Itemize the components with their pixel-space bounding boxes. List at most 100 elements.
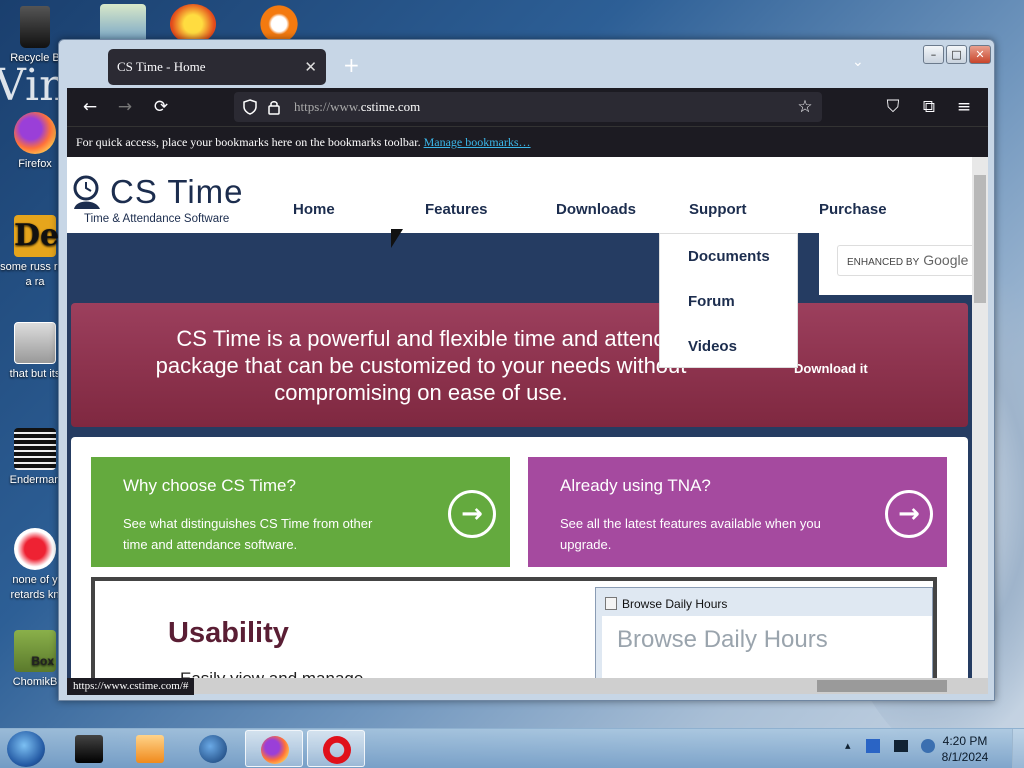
tab-title: CS Time - Home [117,59,206,74]
menu-downloads[interactable]: Downloads [556,201,636,218]
vertical-scrollbar[interactable] [972,157,988,678]
hero-text: CS Time is a powerful and flexible time … [155,326,687,405]
usability-section: Usability Easily view and manage Browse … [91,577,937,678]
clock[interactable]: 4:20 PM 8/1/2024 [930,733,1000,765]
page-viewport: CS Time Time & Attendance Software Home … [67,157,972,678]
logo-tagline: Time & Attendance Software [84,213,230,225]
chomikbox-icon: Box [14,630,56,672]
dropdown-videos[interactable]: Videos [688,338,737,355]
menu-home[interactable]: Home [293,201,335,218]
menu-support[interactable]: Support [689,201,747,218]
manage-bookmarks-link[interactable]: Manage bookmarks… [424,135,531,149]
taskbar-app-terminal[interactable] [60,730,118,767]
window-icon [605,597,617,610]
google-brand: Google [923,252,969,268]
screenshot-pane: Browse Daily Hours [602,616,932,678]
firefox-icon [261,736,289,764]
extensions-icon[interactable]: ⧉ [918,96,940,118]
taskbar-app-firefox[interactable] [245,730,303,767]
content-panel: Why choose CS Time? See what distinguish… [71,437,968,678]
maximize-button[interactable]: □ [946,45,967,64]
taskbar-app-opera[interactable] [307,730,365,767]
lock-icon[interactable] [266,99,282,115]
menu-icon[interactable]: ≡ [953,96,975,118]
url-text: https://www.cstime.com [294,99,420,115]
bookmark-star-icon[interactable]: ☆ [794,96,816,118]
arrow-right-icon[interactable]: → [448,490,496,538]
already-using-card[interactable]: Already using TNA? See all the latest fe… [528,457,947,567]
status-bar-url: https://www.cstime.com/# [67,678,195,695]
mail-desktop-icon[interactable] [100,4,146,44]
horizontal-scroll-thumb[interactable] [817,680,947,692]
minimize-button[interactable]: – [923,45,944,64]
url-bar[interactable]: https://www.cstime.com ☆ [234,92,822,122]
taskbar-app-globe[interactable] [184,730,242,767]
horizontal-scrollbar[interactable] [67,678,988,694]
card-body: See what distinguishes CS Time from othe… [123,516,373,552]
tray-network-icon[interactable] [866,739,881,753]
paint-desktop-icon[interactable] [170,4,216,44]
clock-time: 4:20 PM [942,734,988,748]
card-body: See all the latest features available wh… [560,516,821,552]
reload-icon[interactable]: ⟳ [150,96,172,118]
url-host: cstime.com [360,99,421,114]
globe-icon [199,735,227,763]
usability-subtitle: Easily view and manage [180,669,363,678]
chomikbox-label: ChomikB [12,676,58,688]
tab-close-icon[interactable]: ✕ [304,49,317,85]
bookmarks-hint: For quick access, place your bookmarks h… [76,135,421,149]
hero-banner: CS Time is a powerful and flexible time … [71,303,968,427]
shield-icon[interactable] [242,99,258,115]
tray-expand-icon[interactable]: ▴ [845,739,851,752]
chomikbox-box-label: Box [31,654,54,668]
taskbar-app-media[interactable] [121,730,179,767]
start-button[interactable] [7,731,45,767]
mouse-cursor-icon [391,229,403,248]
recycle-bin-icon [20,6,50,48]
vertical-scroll-thumb[interactable] [974,175,986,303]
show-desktop-button[interactable] [1012,729,1024,768]
site-header: CS Time Time & Attendance Software Home … [67,157,972,233]
close-window-button[interactable]: ✕ [969,45,991,64]
orange-desktop-icon[interactable] [256,4,302,44]
that-but-label: that but its [9,368,61,380]
forward-icon[interactable]: → [114,96,136,118]
app-screenshot: Browse Daily Hours Browse Daily Hours [595,587,933,678]
arrow-right-icon[interactable]: → [885,490,933,538]
navigation-toolbar: ← → ⟳ https://www.cstime.com ☆ ⛉ ⧉ ≡ [67,88,988,126]
card-title: Already using TNA? [560,476,711,495]
terminal-icon [75,735,103,763]
menu-features[interactable]: Features [425,201,488,218]
support-dropdown: Documents Forum Videos [659,233,798,368]
search-placeholder: ENHANCED BY [847,257,920,268]
download-link[interactable]: Download it [794,361,868,376]
dropdown-forum[interactable]: Forum [688,293,735,310]
tab-cs-time-home[interactable]: CS Time - Home ✕ [108,49,326,85]
browser-window: – □ ✕ CS Time - Home ✕ + ⌄ ← → ⟳ https:/… [58,39,995,701]
search-input[interactable]: ENHANCED BY Google [837,245,972,276]
firefox-label: Firefox [18,158,52,170]
media-player-icon [136,735,164,763]
enderman-label: Enderman [9,474,61,486]
dropdown-documents[interactable]: Documents [688,248,770,265]
site-search: ENHANCED BY Google [819,233,972,295]
clock-date: 8/1/2024 [941,750,989,764]
system-tray: ▴ [845,739,936,753]
new-tab-button[interactable]: + [343,53,360,77]
menu-purchase[interactable]: Purchase [819,201,887,218]
cs-time-logo[interactable]: CS Time Time & Attendance Software [72,173,244,225]
bookmarks-toolbar: For quick access, place your bookmarks h… [67,126,988,157]
tray-monitor-icon[interactable] [893,740,908,752]
that-but-icon [14,322,56,364]
window-controls: – □ ✕ [921,45,991,65]
retards-label: none of y retards kn [10,574,60,601]
back-icon[interactable]: ← [79,96,101,118]
why-choose-card[interactable]: Why choose CS Time? See what distinguish… [91,457,510,567]
card-title: Why choose CS Time? [123,476,296,495]
usability-title: Usability [168,617,289,649]
list-all-tabs-icon[interactable]: ⌄ [852,54,864,70]
taskbar: ▴ 4:20 PM 8/1/2024 [0,728,1024,768]
enderman-icon [14,428,56,470]
pocket-icon[interactable]: ⛉ [882,96,904,118]
url-prefix: https://www. [294,99,361,114]
